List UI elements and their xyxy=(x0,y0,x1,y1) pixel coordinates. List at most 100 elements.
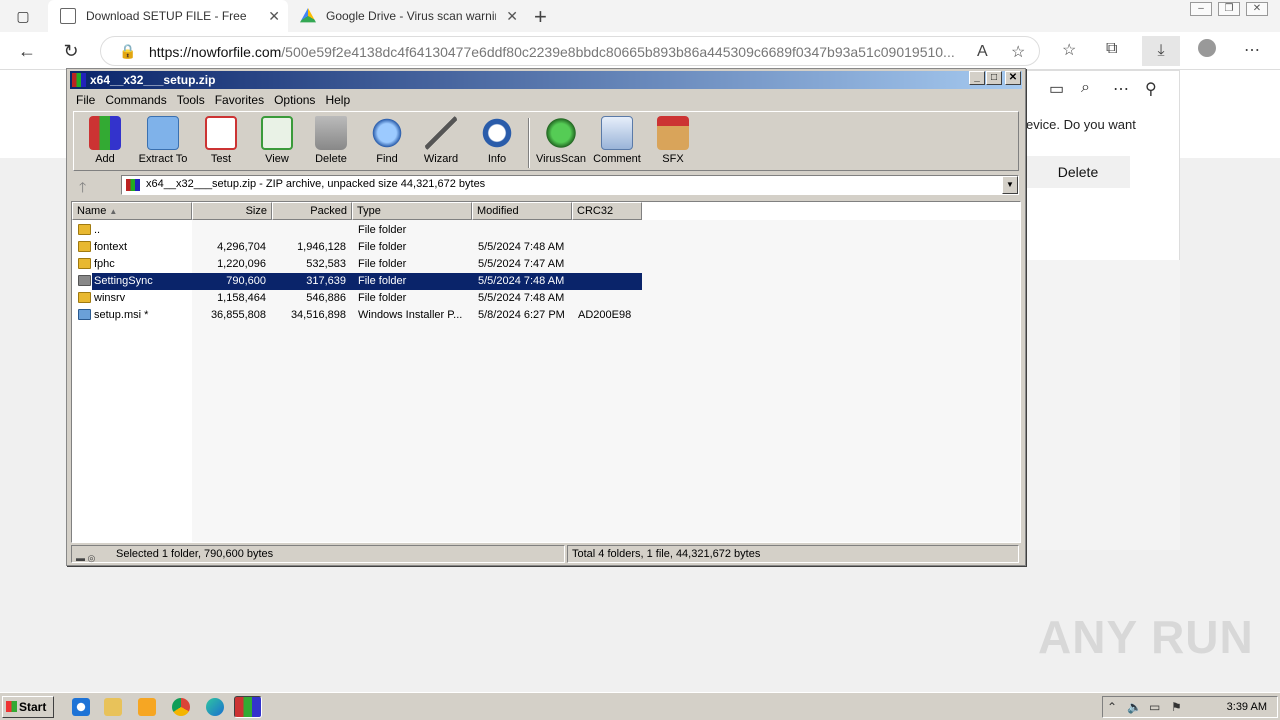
table-row[interactable]: setup.msi * 36,855,808 34,516,898 Window… xyxy=(72,307,1020,324)
watermark-logo: ANY RUN xyxy=(1038,611,1254,663)
wizard-button[interactable]: Wizard xyxy=(412,116,470,165)
close-icon[interactable]: ✕ xyxy=(506,8,518,25)
network-icon[interactable]: ▭ xyxy=(1149,700,1160,714)
close-button[interactable]: ✕ xyxy=(1005,71,1021,85)
column-header-crc32[interactable]: CRC32 xyxy=(572,202,642,220)
extract-to-button[interactable]: Extract To xyxy=(134,116,192,165)
delete-button[interactable]: Delete xyxy=(1026,156,1130,188)
maximize-button[interactable]: □ xyxy=(986,71,1002,85)
cell-modified: 5/5/2024 7:48 AM xyxy=(478,292,565,304)
media-player-icon[interactable] xyxy=(138,698,156,716)
menu-file[interactable]: File xyxy=(71,91,100,109)
cell-modified: 5/5/2024 7:48 AM xyxy=(478,241,565,253)
restore-icon[interactable]: ❐ xyxy=(1218,2,1240,16)
more-options-icon[interactable]: ⋯ xyxy=(1244,40,1260,60)
view-button[interactable]: View xyxy=(248,116,306,165)
chrome-icon[interactable] xyxy=(172,698,190,716)
action-center-flag-icon[interactable]: ⚑ xyxy=(1171,700,1182,714)
refresh-icon[interactable]: ↻ xyxy=(58,38,84,64)
column-header-type[interactable]: Type xyxy=(352,202,472,220)
profile-avatar[interactable] xyxy=(1198,39,1216,57)
back-icon[interactable]: ← xyxy=(14,38,40,64)
read-aloud-icon[interactable]: A xyxy=(977,43,988,61)
favorites-icon[interactable]: ☆ xyxy=(1062,40,1076,60)
comment-button[interactable]: Comment xyxy=(588,116,646,165)
address-bar[interactable]: 🔒 https://nowforfile.com/500e59f2e4138dc… xyxy=(100,36,1040,66)
start-button[interactable]: Start xyxy=(2,696,54,718)
menu-options[interactable]: Options xyxy=(269,91,320,109)
column-header-modified[interactable]: Modified xyxy=(472,202,572,220)
winrar-taskbar-icon[interactable] xyxy=(234,696,262,718)
virus-scan-button[interactable]: VirusScan xyxy=(532,116,590,165)
page-icon xyxy=(60,8,76,24)
more-icon[interactable]: ⋯ xyxy=(1113,79,1129,99)
browser-tab-download[interactable]: Download SETUP FILE - Free ✕ xyxy=(48,0,288,32)
folder-icon xyxy=(78,258,91,269)
view-icon xyxy=(261,116,293,150)
show-hidden-icons-icon[interactable]: ⌃ xyxy=(1107,700,1117,714)
info-button[interactable]: Info xyxy=(468,116,526,165)
browser-tab-google-drive[interactable]: Google Drive - Virus scan warnin ✕ xyxy=(288,0,526,32)
status-bar: ▬ ◎ Selected 1 folder, 790,600 bytes Tot… xyxy=(71,545,1021,563)
column-header-packed[interactable]: Packed xyxy=(272,202,352,220)
menu-favorites[interactable]: Favorites xyxy=(210,91,269,109)
volume-icon[interactable]: 🔈 xyxy=(1127,700,1142,714)
new-tab-icon[interactable]: + xyxy=(534,4,547,30)
cell-size: 36,855,808 xyxy=(210,309,266,321)
open-folder-icon[interactable]: ▭ xyxy=(1049,79,1064,99)
delete-button[interactable]: Delete xyxy=(302,116,360,165)
table-row[interactable]: .. File folder xyxy=(72,222,1020,239)
lock-icon[interactable]: 🔒 xyxy=(119,43,136,60)
windows-logo-icon xyxy=(6,701,17,712)
sfx-icon xyxy=(657,116,689,150)
folder-icon xyxy=(78,224,91,235)
clock[interactable]: 3:39 AM xyxy=(1227,701,1267,713)
tab-actions-icon[interactable]: ▢ xyxy=(10,3,36,29)
add-favorite-icon[interactable]: ☆ xyxy=(1011,42,1025,62)
menu-commands[interactable]: Commands xyxy=(100,91,171,109)
path-dropdown[interactable]: x64__x32___setup.zip - ZIP archive, unpa… xyxy=(121,175,1019,195)
chevron-down-icon[interactable]: ▼ xyxy=(1002,176,1018,194)
minimize-button[interactable]: _ xyxy=(969,71,985,85)
cell-packed: 34,516,898 xyxy=(290,309,346,321)
downloads-icon[interactable]: ⤓ xyxy=(1142,36,1180,66)
pin-icon[interactable]: ⚲ xyxy=(1145,79,1157,99)
test-button[interactable]: Test xyxy=(192,116,250,165)
download-warning-text: evice. Do you want xyxy=(1026,117,1136,132)
browser-tab-bar: ▢ Download SETUP FILE - Free ✕ Google Dr… xyxy=(0,0,1280,32)
url-text[interactable]: https://nowforfile.com/500e59f2e4138dc4f… xyxy=(149,44,969,60)
tool-label: Wizard xyxy=(423,153,459,165)
table-row[interactable]: fontext 4,296,704 1,946,128 File folder … xyxy=(72,239,1020,256)
column-header-size[interactable]: Size xyxy=(192,202,272,220)
tool-label: Extract To xyxy=(138,153,188,165)
table-row[interactable]: fphc 1,220,096 532,583 File folder 5/5/2… xyxy=(72,256,1020,273)
column-header-name[interactable]: Name ▲ xyxy=(72,202,192,220)
menu-tools[interactable]: Tools xyxy=(172,91,210,109)
up-folder-icon[interactable]: 🡑 xyxy=(79,177,86,201)
search-icon[interactable]: ⌕ xyxy=(1081,79,1090,97)
menu-help[interactable]: Help xyxy=(320,91,355,109)
edge-icon[interactable] xyxy=(206,698,224,716)
test-icon xyxy=(205,116,237,150)
find-button[interactable]: Find xyxy=(358,116,416,165)
tool-label: Comment xyxy=(593,153,641,165)
drive-icon[interactable]: ▬ ◎ xyxy=(76,550,112,563)
tool-label: Find xyxy=(376,153,398,165)
cell-size: 4,296,704 xyxy=(217,241,266,253)
file-explorer-icon[interactable] xyxy=(104,698,122,716)
collections-icon[interactable]: ⧉ xyxy=(1106,40,1117,58)
path-bar: 🡑 x64__x32___setup.zip - ZIP archive, un… xyxy=(73,173,1019,197)
title-bar[interactable]: x64__x32___setup.zip xyxy=(70,71,1022,89)
add-icon xyxy=(89,116,121,150)
close-icon[interactable]: ✕ xyxy=(1246,2,1268,16)
tool-label: Add xyxy=(95,153,115,165)
sfx-button[interactable]: SFX xyxy=(644,116,702,165)
add-button[interactable]: Add xyxy=(76,116,134,165)
close-icon[interactable]: ✕ xyxy=(268,8,280,25)
cell-type: File folder xyxy=(358,224,407,236)
cell-modified: 5/5/2024 7:48 AM xyxy=(478,275,565,287)
minimize-icon[interactable]: – xyxy=(1190,2,1212,16)
table-row-selected[interactable]: SettingSync 790,600 317,639 File folder … xyxy=(72,273,1020,290)
table-row[interactable]: winsrv 1,158,464 546,886 File folder 5/5… xyxy=(72,290,1020,307)
internet-explorer-icon[interactable] xyxy=(72,698,90,716)
